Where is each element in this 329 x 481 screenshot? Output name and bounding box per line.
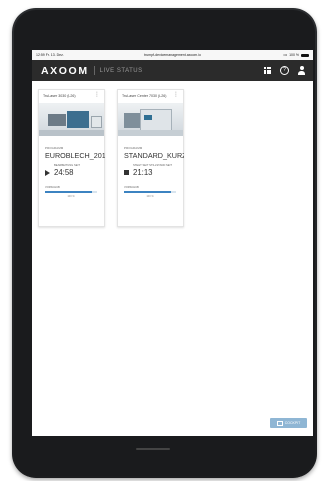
header-divider [93,66,95,75]
cockpit-button[interactable]: COCKPIT [270,418,307,428]
app-title: LIVE STATUS [99,67,143,74]
progress-percent: 100 % [67,195,75,198]
program-name: STANDARD_KURZ_1 [124,151,184,160]
machine-image [118,103,183,136]
cockpit-label: COCKPIT [284,421,301,425]
machine-title: TruLaser Center 7030 (L26) [122,94,167,98]
machine-card[interactable]: TruLaser Center 7030 (L26) ⋮ PROGRAMM ST… [117,89,184,227]
more-options-icon[interactable]: ⋮ [173,92,179,98]
state-duration: 21:13 [133,168,153,177]
state-label: BEARBEITUNG SEIT [54,164,80,167]
program-label: PROGRAMM [45,146,64,150]
progress-bar [45,191,97,193]
battery-text: 100 % [289,53,299,57]
app-header: AXOOM LIVE STATUS ? [32,60,313,81]
machine-list: TruLaser 3030 (L26) ⋮ PROGRAMM EUROBLECH… [32,81,313,436]
progress-fill [124,191,171,193]
status-indicators: ••• 100 % [283,50,309,60]
progress-bar [124,191,176,193]
app-screen: 12:59 Fr. 13. Dez. trumpf-devicemanageme… [32,50,313,436]
signal-icon: ••• [283,53,288,57]
play-icon [45,170,50,176]
header-actions: ? [264,60,305,81]
machine-image [39,103,104,136]
cockpit-icon [276,420,283,426]
more-options-icon[interactable]: ⋮ [94,92,100,98]
state-duration: 24:58 [54,168,74,177]
status-bar: 12:59 Fr. 13. Dez. trumpf-devicemanageme… [32,50,313,60]
progress-label: VORSCHUB [45,186,60,189]
home-indicator [136,448,170,450]
program-name: EUROBLECH_2018_1 [45,151,105,160]
card-header: TruLaser Center 7030 (L26) ⋮ [118,90,183,103]
progress-label: VORSCHUB [124,186,139,189]
axoom-logo[interactable]: AXOOM [41,65,89,77]
address-bar[interactable]: trumpf-devicemanagement.axoom.io [32,50,313,60]
battery-icon [301,53,309,57]
card-header: TruLaser 3030 (L26) ⋮ [39,90,104,103]
machine-title: TruLaser 3030 (L26) [43,94,76,98]
program-label: PROGRAMM [124,146,143,150]
machine-card[interactable]: TruLaser 3030 (L26) ⋮ PROGRAMM EUROBLECH… [38,89,105,227]
progress-percent: 100 % [146,195,154,198]
user-icon[interactable] [298,66,305,75]
progress-fill [45,191,92,193]
apps-grid-icon[interactable] [264,67,271,74]
help-icon[interactable]: ? [280,66,289,75]
stop-icon [124,170,129,175]
state-label: STEHT SEIT STILLSTAND SEIT [133,164,172,167]
